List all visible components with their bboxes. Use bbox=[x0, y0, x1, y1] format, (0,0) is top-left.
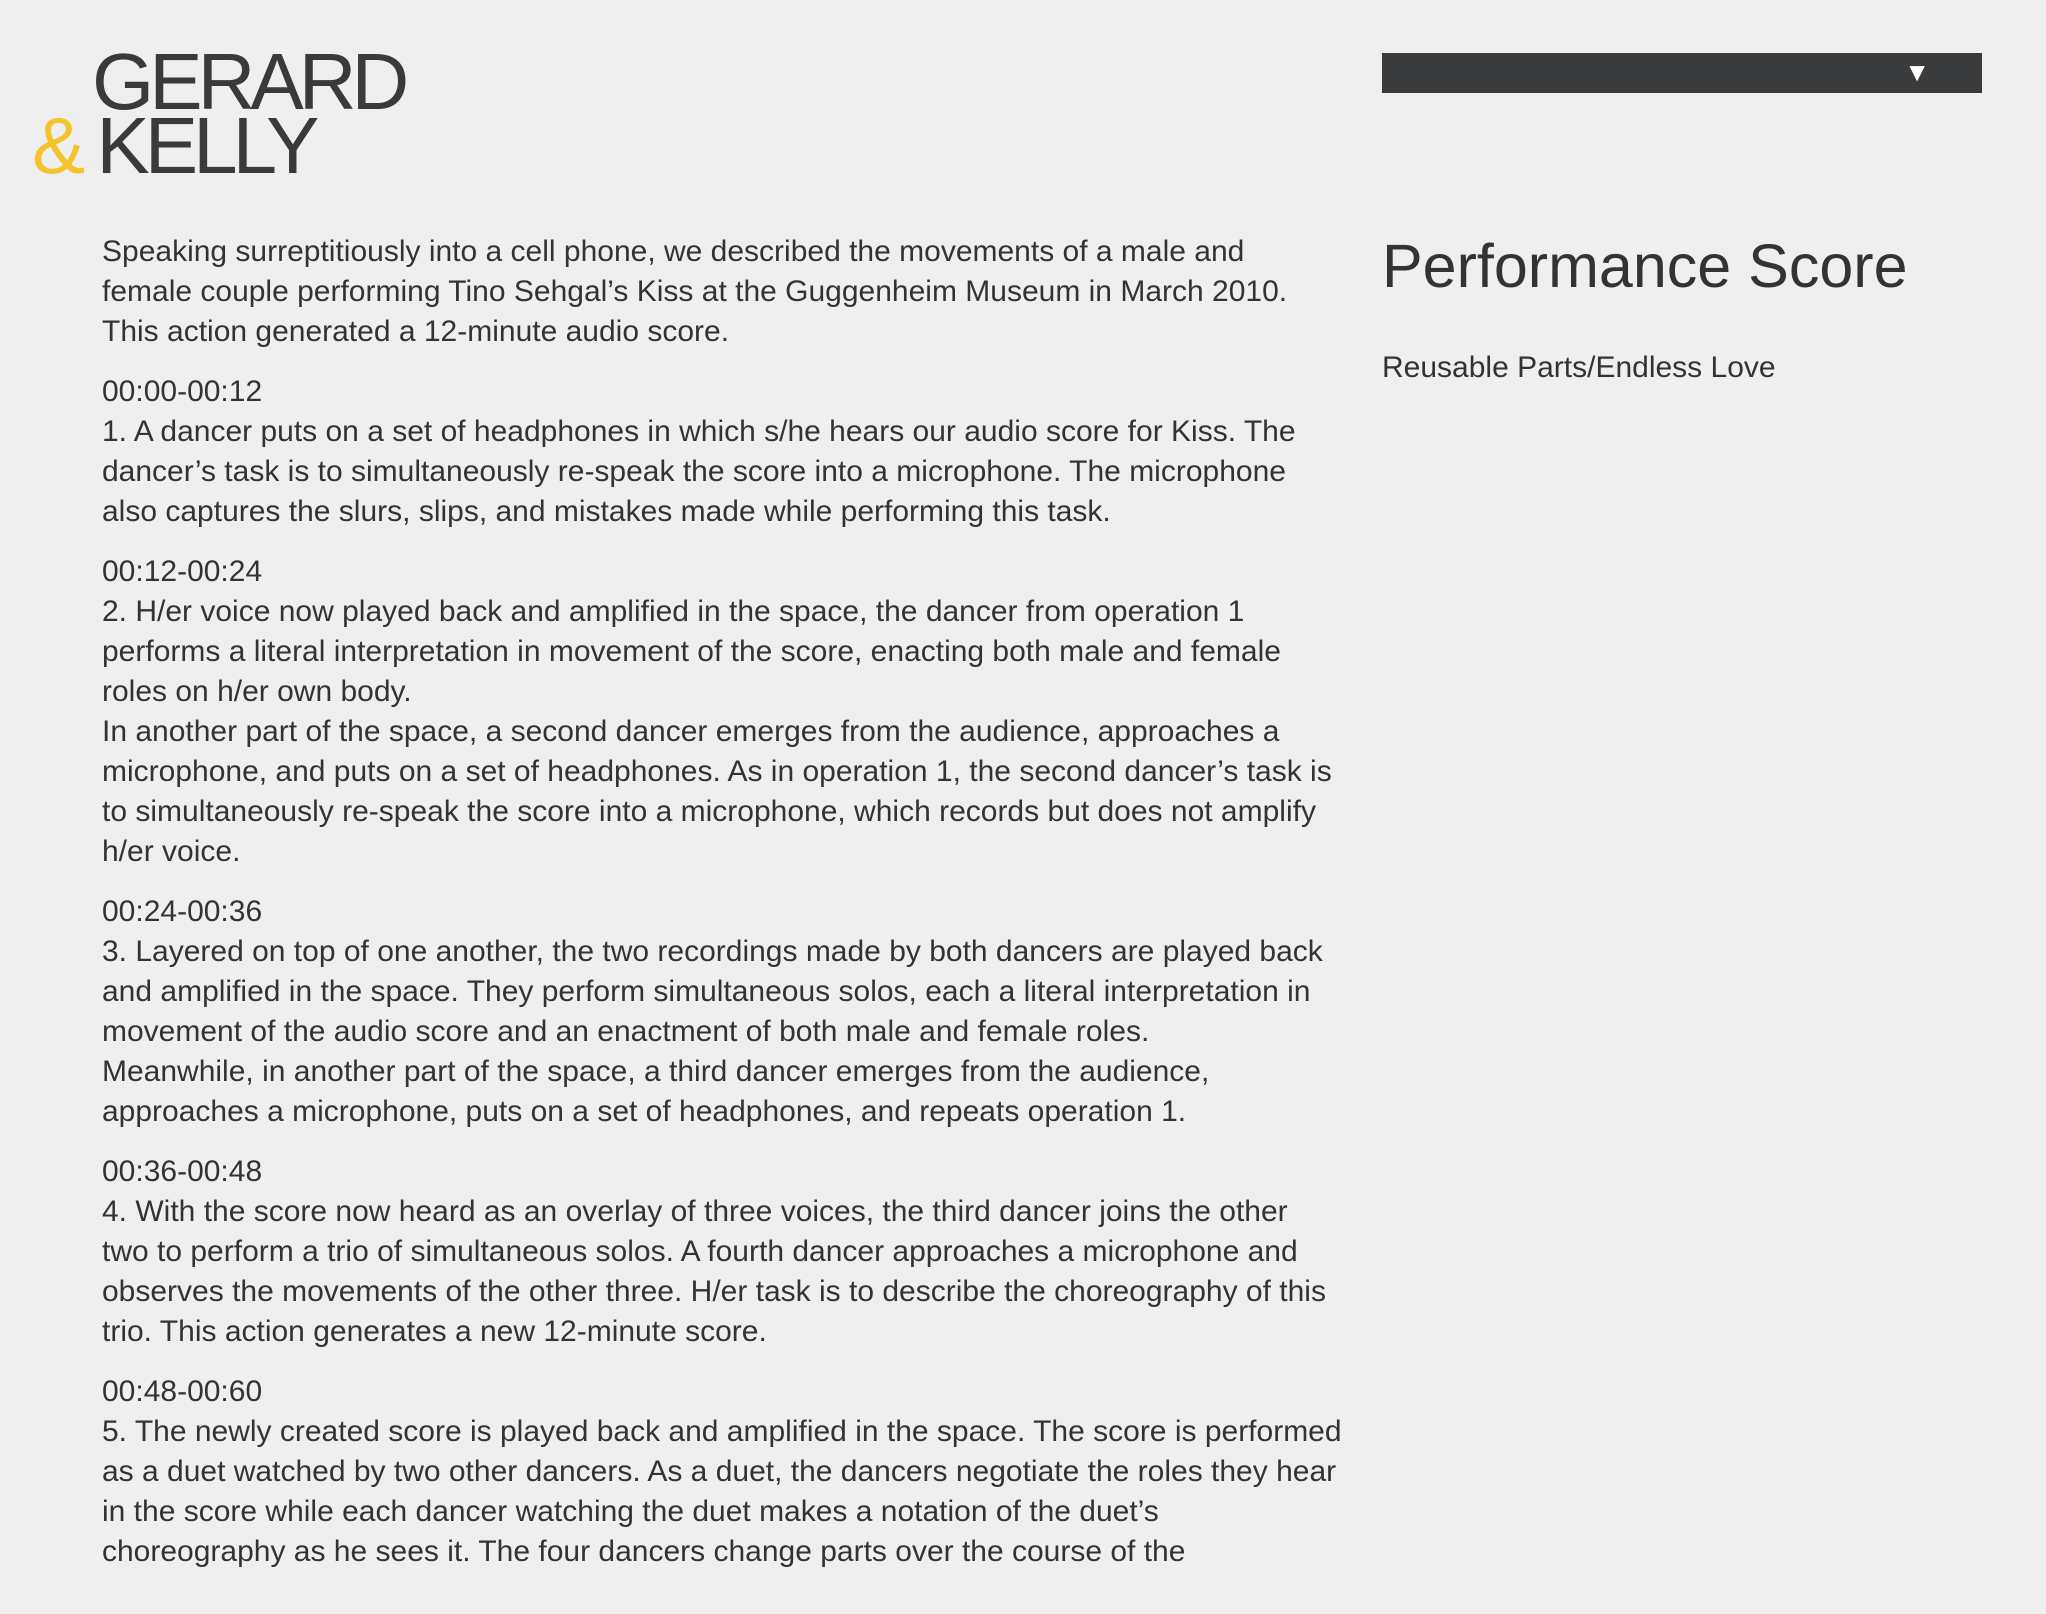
logo-kelly-text: KELLY bbox=[96, 101, 319, 190]
sidebar: Performance Score Reusable Parts/Endless… bbox=[1382, 226, 1982, 388]
section-text: 4. With the score now heard as an overla… bbox=[102, 1195, 1326, 1348]
logo-line-kelly: & KELLY bbox=[32, 106, 319, 186]
section-timestamp: 00:24-00:36 bbox=[102, 895, 263, 928]
navigation-dropdown[interactable]: ▼ bbox=[1382, 53, 1982, 93]
score-section: 00:36-00:48 4. With the score now heard a… bbox=[102, 1152, 1342, 1352]
section-timestamp: 00:36-00:48 bbox=[102, 1155, 263, 1188]
score-section: 00:00-00:12 1. A dancer puts on a set of … bbox=[102, 372, 1342, 532]
page: GERARD & KELLY ▼ Speaking surreptitiously… bbox=[0, 0, 2046, 1614]
section-timestamp: 00:00-00:12 bbox=[102, 375, 263, 408]
intro-paragraph: Speaking surreptitiously into a cell pho… bbox=[102, 235, 1288, 348]
logo-ampersand: & bbox=[32, 101, 85, 190]
section-text: 1. A dancer puts on a set of headphones … bbox=[102, 415, 1296, 528]
triangle-down-icon[interactable]: ▼ bbox=[1904, 57, 1930, 87]
score-section: 00:48-00:60 5. The newly created score is… bbox=[102, 1372, 1342, 1572]
section-text: Meanwhile, in another part of the space,… bbox=[102, 1055, 1210, 1128]
site-logo[interactable]: GERARD & KELLY bbox=[32, 42, 412, 186]
sidebar-title: Performance Score bbox=[1382, 232, 1908, 300]
section-text: In another part of the space, a second d… bbox=[102, 715, 1332, 868]
score-section: 00:24-00:36 3. Layered on top of one anot… bbox=[102, 892, 1342, 1132]
section-text: 5. The newly created score is played bac… bbox=[102, 1415, 1342, 1568]
section-text: 3. Layered on top of one another, the tw… bbox=[102, 935, 1323, 1048]
section-timestamp: 00:48-00:60 bbox=[102, 1375, 263, 1408]
section-text: 2. H/er voice now played back and amplif… bbox=[102, 595, 1281, 708]
reusable-parts-link[interactable]: Reusable Parts/Endless Love bbox=[1382, 348, 1982, 388]
score-text: Speaking surreptitiously into a cell pho… bbox=[102, 232, 1342, 1592]
section-timestamp: 00:12-00:24 bbox=[102, 555, 263, 588]
score-section: 00:12-00:24 2. H/er voice now played back… bbox=[102, 552, 1342, 872]
